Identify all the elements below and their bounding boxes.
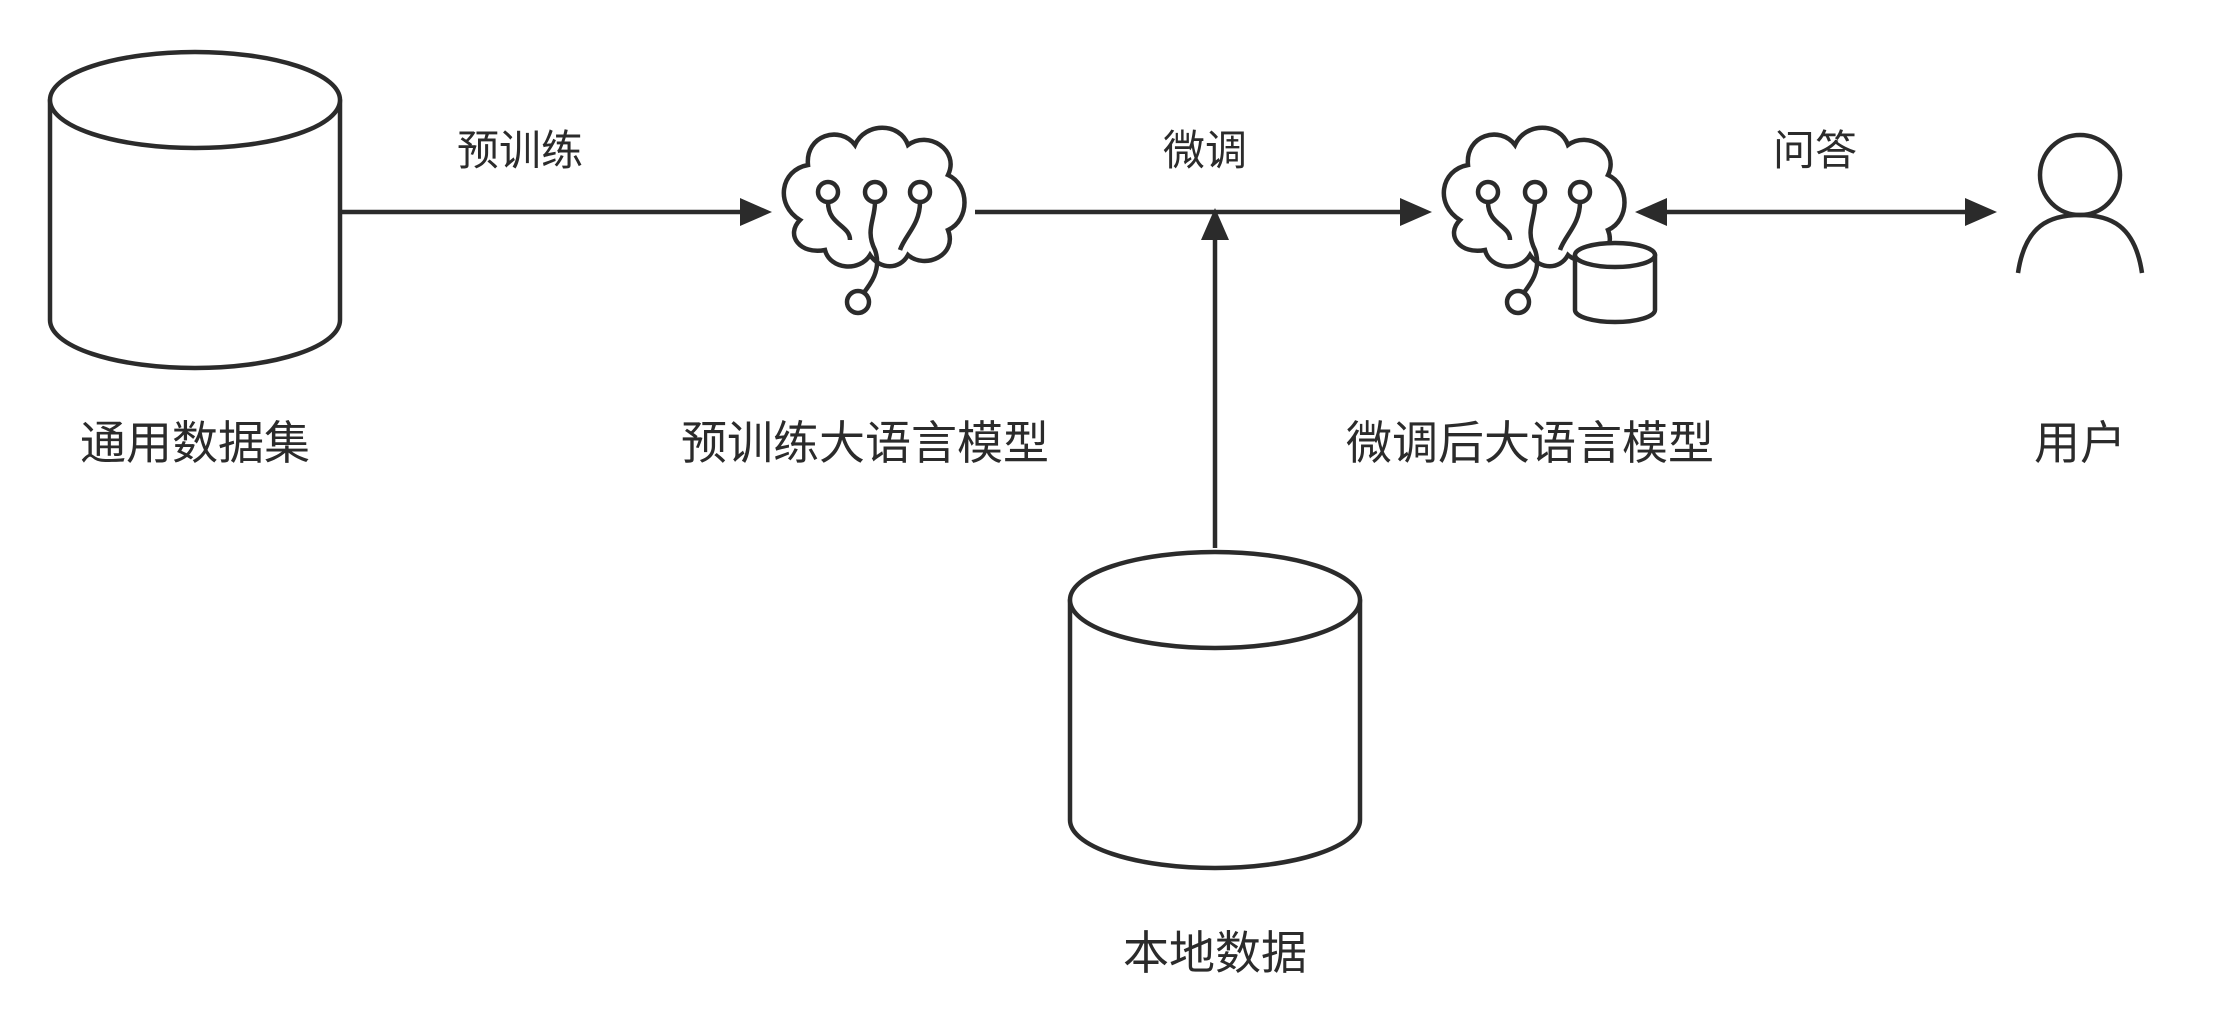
edge-label-qa: 问答: [1772, 126, 1858, 175]
node-label-local-data: 本地数据: [1123, 926, 1307, 980]
flow-diagram: [47, 49, 2145, 871]
node-label-pretrained-llm: 预训练大语言模型: [681, 416, 1049, 470]
node-label-user: 用户: [2034, 416, 2126, 470]
node-label-finetuned-llm: 微调后大语言模型: [1346, 416, 1714, 470]
user-icon: [2015, 132, 2145, 274]
finetuned-brain-icon: [1441, 125, 1658, 325]
edge-local-data: [1201, 208, 1229, 548]
edge-label-pretrain: 预训练: [456, 126, 584, 175]
edge-finetune: [975, 198, 1432, 226]
edge-qa: [1635, 198, 1997, 226]
edge-label-finetune: 微调: [1162, 126, 1248, 175]
general-dataset-database-icon: [47, 49, 343, 371]
finetuned-small-database-icon: [1572, 240, 1658, 325]
pretrained-brain-icon: [781, 125, 967, 316]
edge-pretrain: [340, 198, 772, 226]
node-label-general-dataset: 通用数据集: [80, 416, 310, 470]
local-data-database-icon: [1067, 549, 1363, 871]
